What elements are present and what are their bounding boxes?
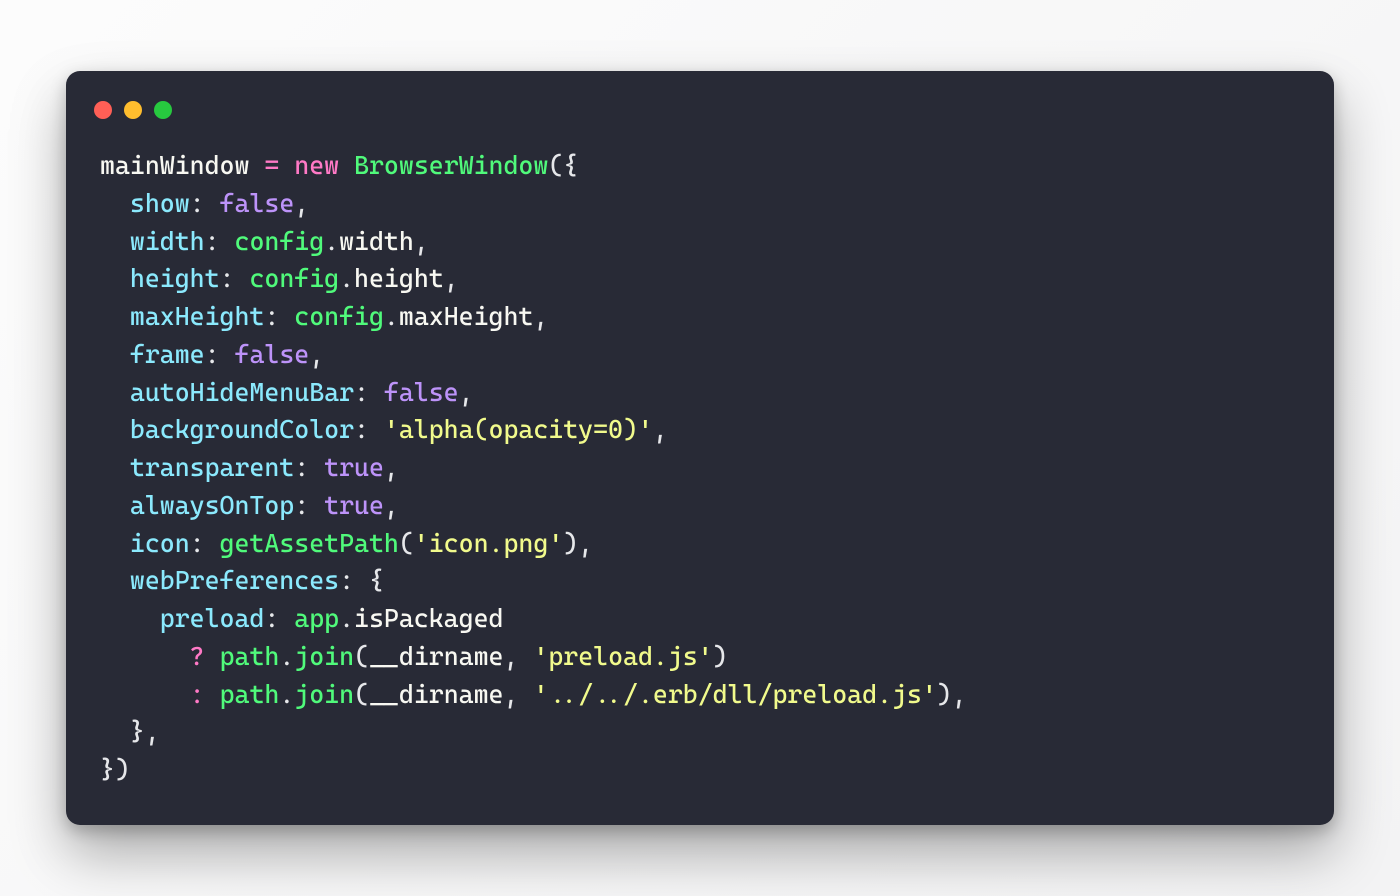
code-line: : path.join(__dirname, '../../.erb/dll/p… xyxy=(100,679,967,709)
window-titlebar xyxy=(66,95,1334,129)
code-line: mainWindow = new BrowserWindow({ xyxy=(100,150,578,180)
code-line: }) xyxy=(100,754,130,784)
code-line: maxHeight: config.maxHeight, xyxy=(100,301,548,331)
canvas: mainWindow = new BrowserWindow({ show: f… xyxy=(0,0,1400,896)
code-line: }, xyxy=(100,716,160,746)
code-line: show: false, xyxy=(100,188,309,218)
code-line: width: config.width, xyxy=(100,226,429,256)
code-line: transparent: true, xyxy=(100,452,399,482)
code-line: preload: app.isPackaged xyxy=(100,603,503,633)
code-line: backgroundColor: 'alpha(opacity=0)', xyxy=(100,414,668,444)
code-window: mainWindow = new BrowserWindow({ show: f… xyxy=(66,71,1334,824)
code-line: alwaysOnTop: true, xyxy=(100,490,399,520)
code-block: mainWindow = new BrowserWindow({ show: f… xyxy=(66,147,1334,788)
code-line: autoHideMenuBar: false, xyxy=(100,377,474,407)
code-line: frame: false, xyxy=(100,339,324,369)
code-line: icon: getAssetPath('icon.png'), xyxy=(100,528,593,558)
close-icon[interactable] xyxy=(94,101,112,119)
code-line: height: config.height, xyxy=(100,263,459,293)
code-line: ? path.join(__dirname, 'preload.js') xyxy=(100,641,728,671)
minimize-icon[interactable] xyxy=(124,101,142,119)
zoom-icon[interactable] xyxy=(154,101,172,119)
code-line: webPreferences: { xyxy=(100,565,384,595)
